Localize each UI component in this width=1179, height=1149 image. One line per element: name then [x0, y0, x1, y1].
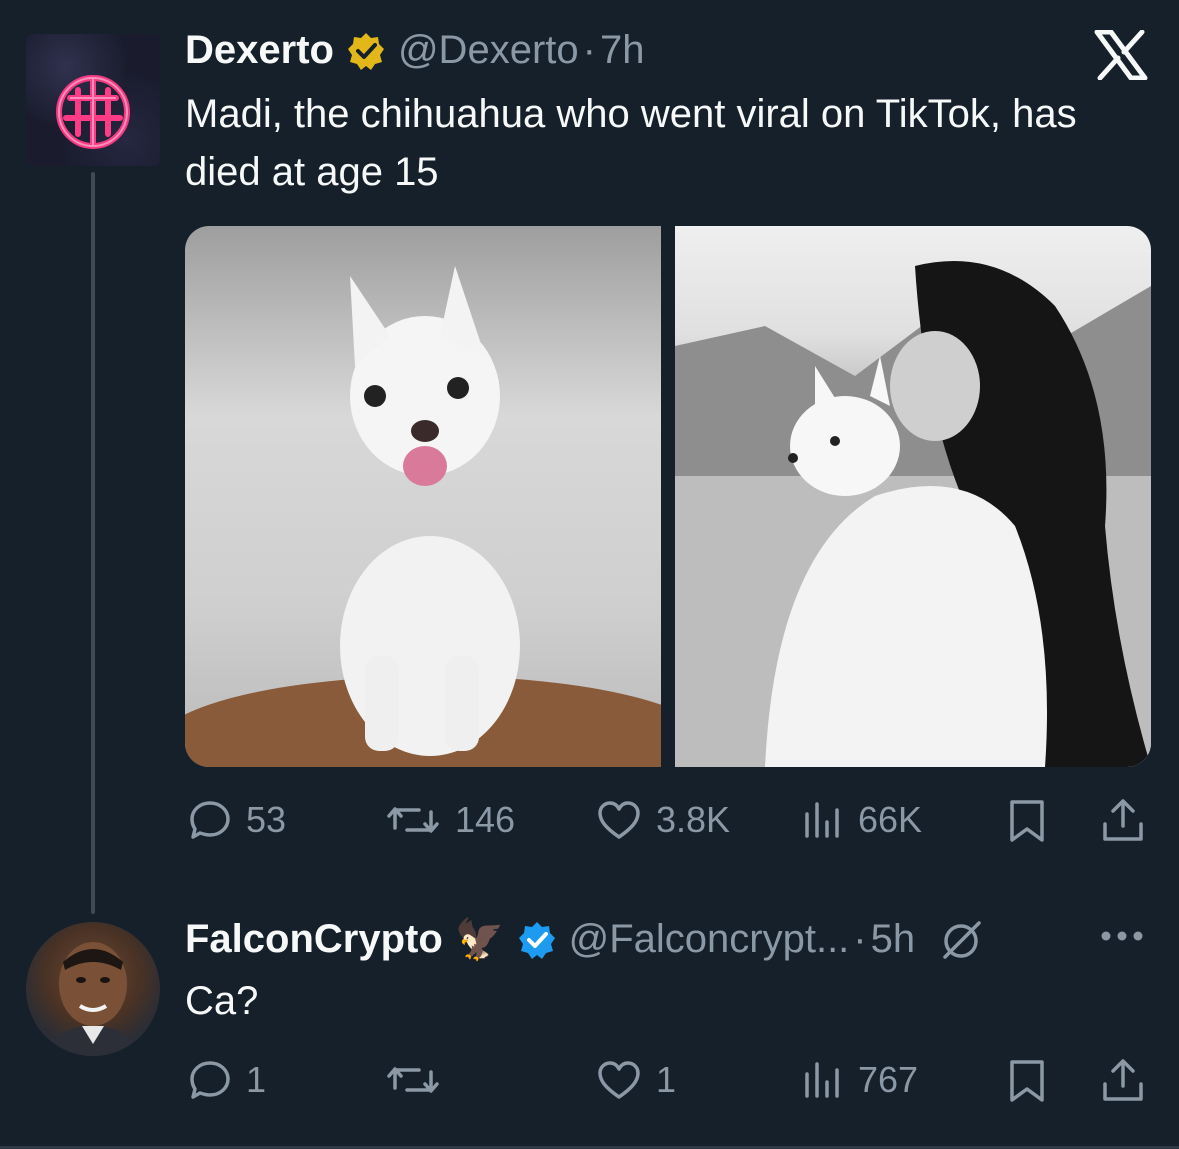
share-icon [1103, 1059, 1143, 1101]
tweet1-text: Madi, the chihuahua who went viral on Ti… [185, 92, 1077, 194]
tweet1-repost-action[interactable]: 146 [385, 798, 515, 842]
views-chart-icon [805, 802, 839, 838]
tweet1-repost-count: 146 [455, 799, 516, 840]
tweet2-like-action[interactable]: 1 [596, 1058, 676, 1102]
repost-icon [387, 807, 439, 833]
x-logo-icon[interactable] [1094, 29, 1148, 85]
tweet1-views-action[interactable]: 66K [800, 798, 922, 842]
dexerto-avatar[interactable] [26, 34, 160, 166]
tweet2-view-count: 767 [858, 1059, 919, 1100]
tweet2-header: FalconCrypto 🦅 @Falconcrypt... · 5h [185, 916, 985, 963]
share-icon [1103, 799, 1143, 841]
tweet2-reply-count: 1 [246, 1059, 267, 1100]
falconcrypto-avatar[interactable] [26, 922, 160, 1056]
tweet1-handle[interactable]: @Dexerto [398, 28, 579, 73]
thread-connector-line [91, 172, 95, 914]
blue-verified-badge-icon [517, 920, 557, 960]
reply-icon [190, 801, 230, 839]
tweet1-like-action[interactable]: 3.8K [596, 798, 730, 842]
tweet2-timestamp[interactable]: 5h [871, 917, 916, 962]
tweet2-reply-action[interactable]: 1 [188, 1058, 266, 1102]
reply-icon [190, 1061, 230, 1099]
tweet1-view-count: 66K [858, 799, 923, 840]
eagle-emoji: 🦅 [454, 918, 505, 962]
tweet2-author-name[interactable]: FalconCrypto [185, 917, 443, 962]
tweet1-bookmark-button[interactable] [1006, 798, 1048, 849]
more-options-icon[interactable] [1098, 926, 1146, 951]
dexerto-logo-icon [56, 75, 130, 149]
tweet2-like-count: 1 [656, 1059, 677, 1100]
tweet2-repost-action[interactable] [385, 1058, 455, 1102]
tweet1-separator: · [582, 28, 596, 72]
tweet1-reply-action[interactable]: 53 [188, 798, 286, 842]
tweet1-reply-count: 53 [246, 799, 287, 840]
tweet2-views-action[interactable]: 767 [800, 1058, 918, 1102]
tweet1-photo-woman-with-dog[interactable] [675, 226, 1151, 767]
tweet1-author-name[interactable]: Dexerto [185, 28, 334, 73]
bookmark-icon [1010, 1060, 1044, 1102]
bookmark-icon [1010, 800, 1044, 842]
gold-verified-badge-icon [346, 31, 386, 71]
grok-icon[interactable] [939, 917, 985, 963]
heart-icon [598, 801, 640, 839]
tweet2-separator: · [853, 917, 867, 961]
tweet1-share-button[interactable] [1100, 796, 1146, 849]
tweet1-timestamp[interactable]: 7h [600, 28, 645, 73]
tweet2-share-button[interactable] [1100, 1056, 1146, 1109]
heart-icon [598, 1061, 640, 1099]
tweet1-header: Dexerto @Dexerto · 7h [185, 28, 644, 73]
tweet1-photo-chihuahua[interactable] [185, 226, 661, 767]
tweet1-like-count: 3.8K [656, 799, 731, 840]
tweet2-text: Ca? [185, 979, 259, 1023]
repost-icon [387, 1067, 439, 1093]
views-chart-icon [805, 1062, 839, 1098]
tweet2-handle[interactable]: @Falconcrypt... [569, 917, 850, 962]
tweet2-bookmark-button[interactable] [1006, 1058, 1048, 1109]
